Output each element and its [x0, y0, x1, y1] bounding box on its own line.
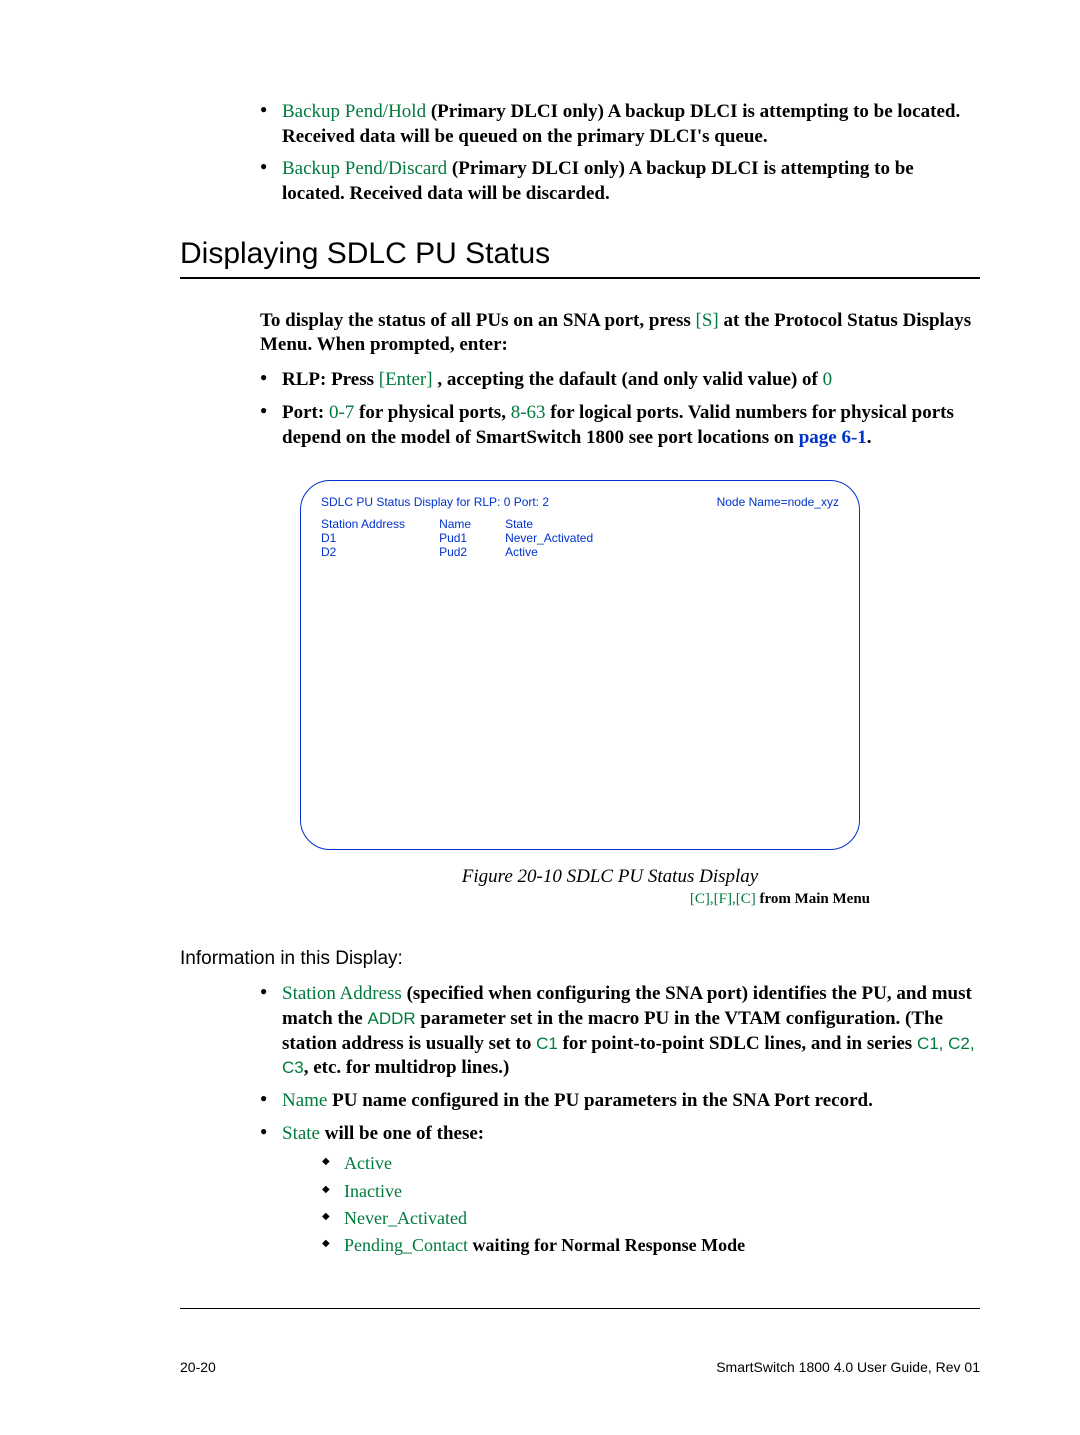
figure-caption: Figure 20-10 SDLC PU Status Display: [240, 866, 980, 888]
sa-c: for point-to-point SDLC lines, and in se…: [558, 1033, 917, 1054]
col-header: State: [505, 517, 593, 531]
port-b: for physical ports,: [354, 402, 510, 423]
list-item: Station Address (specified when configur…: [260, 982, 980, 1081]
list-item: Port: 0-7 for physical ports, 8-63 for l…: [260, 401, 980, 450]
intro-paragraph: To display the status of all PUs on an S…: [260, 309, 980, 358]
figure-subcaption: [C],[F],[C] from Main Menu: [180, 890, 870, 908]
list-item: Name PU name configured in the PU parame…: [260, 1089, 980, 1114]
page-link[interactable]: page 6-1: [799, 427, 867, 448]
state-pending-contact: Pending_Contact: [344, 1235, 468, 1255]
sa-d: , etc. for multidrop lines.): [304, 1057, 510, 1078]
intro-text-a: To display the status of all PUs on an S…: [260, 310, 696, 331]
page-footer: 20-20 SmartSwitch 1800 4.0 User Guide, R…: [180, 1359, 980, 1375]
menu-path: [C],[F],[C]: [690, 891, 756, 907]
section-title: Displaying SDLC PU Status: [180, 237, 980, 271]
port-a: Port:: [282, 402, 329, 423]
key-enter: [Enter]: [379, 369, 433, 390]
cell: Active: [505, 545, 593, 559]
top-bullet-list: Backup Pend/Hold (Primary DLCI only) A b…: [260, 100, 980, 207]
cell: Never_Activated: [505, 531, 593, 545]
cell: Pud1: [439, 531, 471, 545]
list-item: Active: [322, 1152, 980, 1175]
sa-c1: C1: [536, 1034, 558, 1053]
cell: D1: [321, 531, 405, 545]
list-item: Backup Pend/Discard (Primary DLCI only) …: [260, 157, 980, 206]
page-number: 20-20: [180, 1359, 216, 1375]
doc-title: SmartSwitch 1800 4.0 User Guide, Rev 01: [716, 1359, 980, 1375]
list-item: Backup Pend/Hold (Primary DLCI only) A b…: [260, 100, 980, 149]
footer-rule: [180, 1308, 980, 1309]
list-item: Inactive: [322, 1180, 980, 1203]
col-header: Station Address: [321, 517, 405, 531]
list-item: RLP: Press [Enter] , accepting the dafau…: [260, 368, 980, 393]
cell: Pud2: [439, 545, 471, 559]
name-desc: PU name configured in the PU parameters …: [332, 1090, 873, 1111]
figure-terminal-box: SDLC PU Status Display for RLP: 0 Port: …: [300, 480, 860, 850]
term-state: State: [282, 1123, 320, 1144]
term-station-address: Station Address: [282, 983, 402, 1004]
state-pending-desc: waiting for Normal Response Mode: [473, 1235, 746, 1255]
state-desc: will be one of these:: [325, 1123, 484, 1144]
menu-path-rest: from Main Menu: [756, 891, 870, 907]
col-header: Name: [439, 517, 471, 531]
state-sublist: Active Inactive Never_Activated Pending_…: [322, 1152, 980, 1258]
addr-param: ADDR: [367, 1009, 415, 1028]
list-item: State will be one of these: Active Inact…: [260, 1122, 980, 1258]
rlp-a: RLP: Press: [282, 369, 379, 390]
port-d: .: [867, 427, 872, 448]
list-item: Pending_Contact waiting for Normal Respo…: [322, 1234, 980, 1257]
figure-node-name: Node Name=node_xyz: [717, 495, 839, 509]
port-r2: 8-63: [511, 402, 546, 423]
rlp-b: , accepting the dafault (and only valid …: [433, 369, 823, 390]
term-name: Name: [282, 1090, 327, 1111]
info-heading: Information in this Display:: [180, 948, 980, 970]
info-bullet-list: Station Address (specified when configur…: [260, 982, 980, 1258]
term-backup-discard: Backup Pend/Discard: [282, 158, 447, 179]
list-item: Never_Activated: [322, 1207, 980, 1230]
figure-table: Station Address D1 D2 Name Pud1 Pud2 Sta…: [321, 517, 839, 559]
cell: D2: [321, 545, 405, 559]
port-r1: 0-7: [329, 402, 354, 423]
state-active: Active: [344, 1153, 392, 1173]
input-bullet-list: RLP: Press [Enter] , accepting the dafau…: [260, 368, 980, 450]
figure-title-line: SDLC PU Status Display for RLP: 0 Port: …: [321, 495, 549, 509]
key-s: [S]: [696, 310, 719, 331]
rlp-c: 0: [823, 369, 833, 390]
section-rule: [180, 277, 980, 279]
term-backup-hold: Backup Pend/Hold: [282, 101, 426, 122]
state-never-activated: Never_Activated: [344, 1208, 467, 1228]
state-inactive: Inactive: [344, 1181, 402, 1201]
